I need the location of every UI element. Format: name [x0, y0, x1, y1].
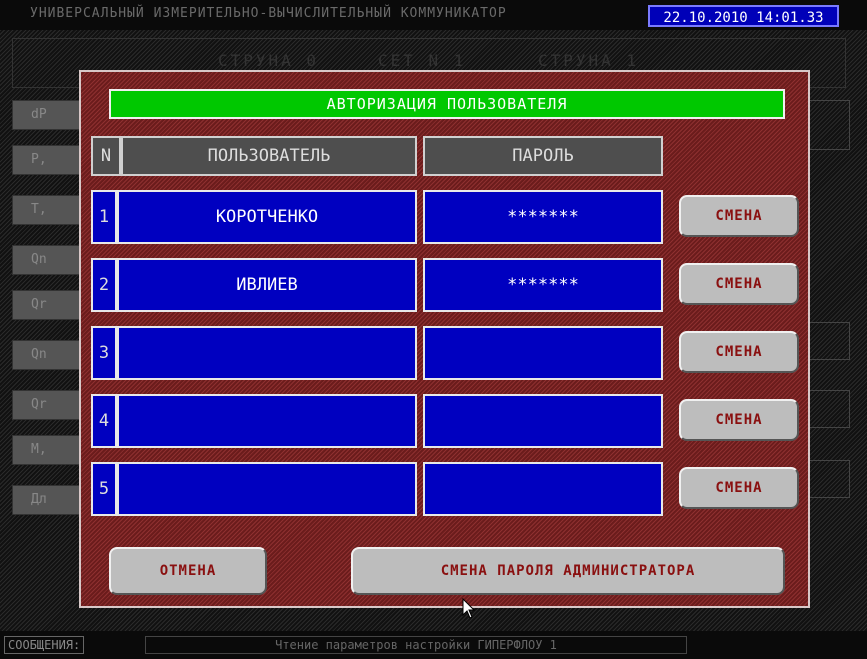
row-number: 5: [91, 462, 117, 516]
dialog-title: АВТОРИЗАЦИЯ ПОЛЬЗОВАТЕЛЯ: [109, 89, 785, 119]
row-number: 1: [91, 190, 117, 244]
user-authorization-dialog: АВТОРИЗАЦИЯ ПОЛЬЗОВАТЕЛЯ N ПОЛЬЗОВАТЕЛЬ …: [79, 70, 810, 608]
bg-header-label: СЕТ N 1: [378, 51, 467, 70]
row-number: 2: [91, 258, 117, 312]
title-bar: УНИВЕРСАЛЬНЫЙ ИЗМЕРИТЕЛЬНО-ВЫЧИСЛИТЕЛЬНЫ…: [0, 0, 867, 30]
bg-side-box: [808, 322, 850, 360]
bg-side-box: [808, 460, 850, 498]
change-password-button[interactable]: СМЕНА: [679, 399, 799, 441]
bg-header-label: СТРУНА 0: [218, 51, 320, 70]
change-password-button[interactable]: СМЕНА: [679, 263, 799, 305]
username-field[interactable]: [117, 462, 417, 516]
username-field[interactable]: КОРОТЧЕНКО: [117, 190, 417, 244]
status-message: Чтение параметров настройки ГИПЕРФЛОУ 1: [145, 636, 687, 654]
row-number: 4: [91, 394, 117, 448]
column-header-user: ПОЛЬЗОВАТЕЛЬ: [121, 136, 417, 176]
password-field[interactable]: [423, 326, 663, 380]
status-label: СООБЩЕНИЯ:: [4, 636, 85, 654]
cancel-button[interactable]: ОТМЕНА: [109, 547, 267, 595]
username-field[interactable]: [117, 326, 417, 380]
change-password-button[interactable]: СМЕНА: [679, 195, 799, 237]
column-header-n: N: [91, 136, 121, 176]
password-field[interactable]: *******: [423, 190, 663, 244]
password-field[interactable]: [423, 394, 663, 448]
password-field[interactable]: [423, 462, 663, 516]
datetime-display: 22.10.2010 14:01.33: [648, 5, 839, 27]
mouse-pointer-icon: [462, 598, 476, 619]
row-number: 3: [91, 326, 117, 380]
username-field[interactable]: ИВЛИЕВ: [117, 258, 417, 312]
change-admin-password-button[interactable]: СМЕНА ПАРОЛЯ АДМИНИСТРАТОРА: [351, 547, 785, 595]
username-field[interactable]: [117, 394, 417, 448]
password-field[interactable]: *******: [423, 258, 663, 312]
status-bar: СООБЩЕНИЯ: Чтение параметров настройки Г…: [0, 631, 867, 659]
bg-header-label: СТРУНА 1: [538, 51, 640, 70]
column-header-password: ПАРОЛЬ: [423, 136, 663, 176]
change-password-button[interactable]: СМЕНА: [679, 331, 799, 373]
bg-side-box: [808, 390, 850, 428]
app-title: УНИВЕРСАЛЬНЫЙ ИЗМЕРИТЕЛЬНО-ВЫЧИСЛИТЕЛЬНЫ…: [30, 6, 507, 21]
change-password-button[interactable]: СМЕНА: [679, 467, 799, 509]
bg-side-box: [808, 100, 850, 150]
